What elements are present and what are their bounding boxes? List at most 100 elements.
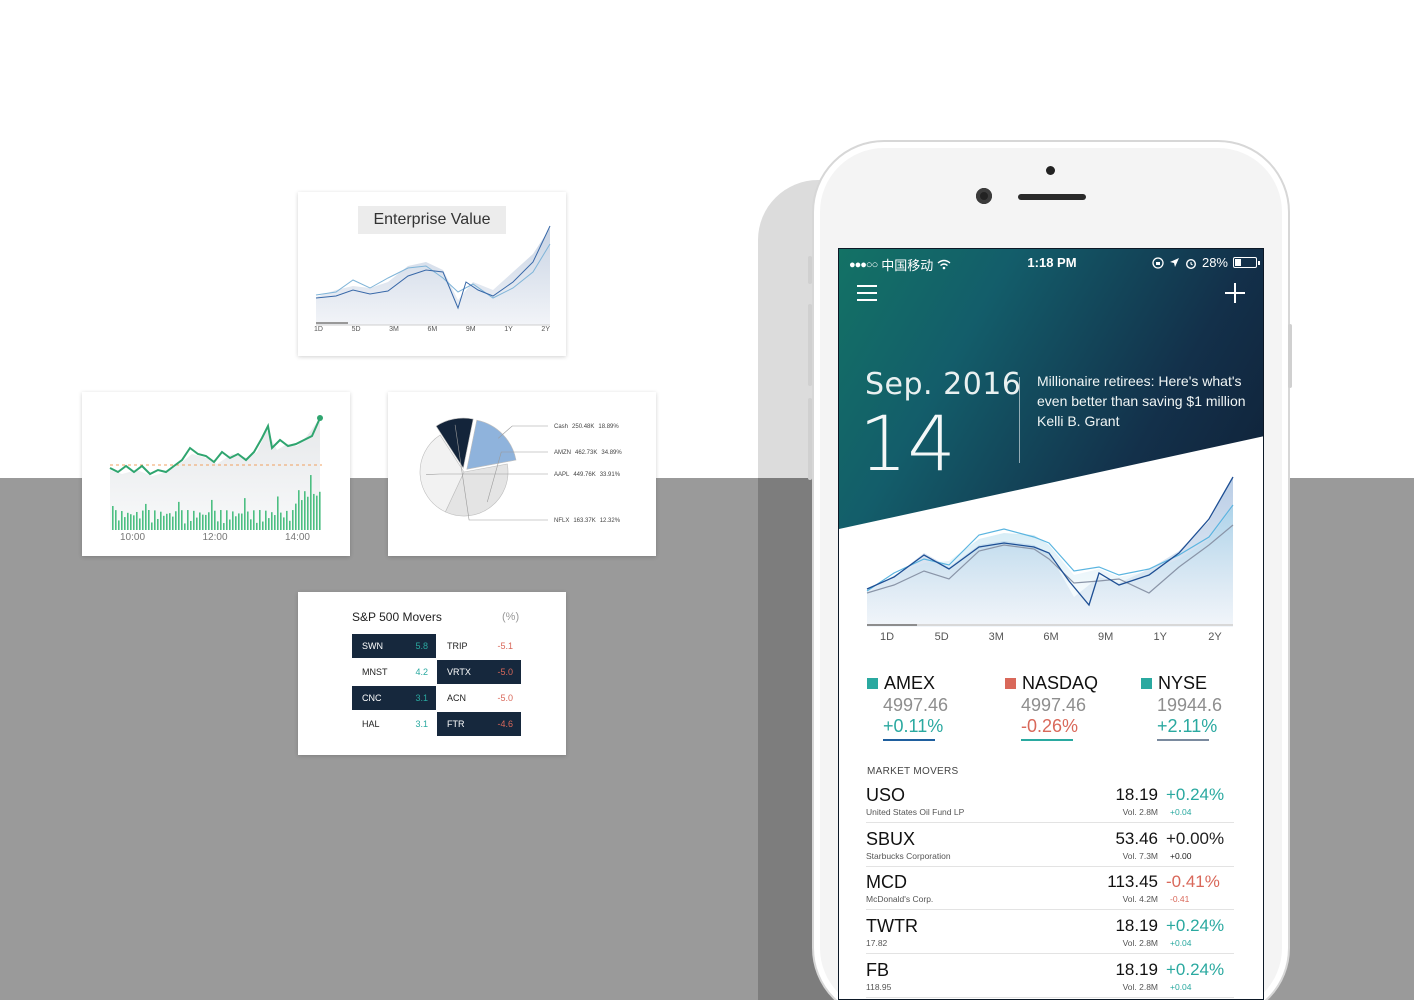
intraday-volume-bar	[151, 522, 153, 530]
sp500-cell[interactable]: SWN 5.8	[352, 634, 436, 658]
mover-change-abs: +0.04	[1170, 981, 1192, 992]
ev-range-tabs: 1D 5D 3M 6M 9M 1Y 2Y	[314, 326, 550, 333]
intraday-time-labels: 10:00 12:00 14:00	[120, 532, 310, 543]
intraday-volume-bar	[256, 522, 258, 530]
range-tab-2y[interactable]: 2Y	[1195, 631, 1235, 643]
intraday-volume-bar	[205, 514, 207, 530]
sp500-cell[interactable]: MNST 4.2	[352, 660, 436, 684]
sp500-cell[interactable]: TRIP -5.1	[437, 634, 521, 658]
intraday-volume-bar	[208, 512, 210, 530]
intraday-volume-bar	[160, 511, 162, 530]
mover-ticker: MCD	[866, 872, 907, 893]
pie-label-amount: 449.76K	[573, 472, 595, 478]
ev-range-6m[interactable]: 6M	[428, 326, 438, 333]
pie-label-label: NFLX	[554, 518, 569, 524]
index-summary: AMEX 4997.46 +0.11% NASDAQ 4997.46 -0.26…	[867, 673, 1247, 743]
intraday-volume-bar	[265, 510, 267, 530]
intraday-volume-bar	[280, 512, 282, 530]
status-bar: ●●●○○ 中国移动 1:18 PM 28%	[839, 255, 1263, 273]
ev-range-9m[interactable]: 9M	[466, 326, 476, 333]
range-tab-9m[interactable]: 9M	[1086, 631, 1126, 643]
range-tab-1y[interactable]: 1Y	[1140, 631, 1180, 643]
intraday-volume-bar	[211, 499, 213, 530]
ev-range-5d[interactable]: 5D	[352, 326, 361, 333]
pie-label: Cash 250.48K 18.89%	[554, 424, 619, 430]
pie-label-amount: 462.73K	[575, 450, 597, 456]
intraday-volume-bar	[310, 475, 312, 530]
ev-range-1y[interactable]: 1Y	[504, 326, 513, 333]
range-tab-5d[interactable]: 5D	[922, 631, 962, 643]
sp500-value: -4.6	[497, 719, 513, 729]
index-name: AMEX	[884, 673, 936, 693]
sp500-cell[interactable]: HAL 3.1	[352, 712, 436, 736]
mover-company: Starbucks Corporation	[866, 850, 951, 861]
news-headline-block[interactable]: Millionaire retirees: Here's what's even…	[1037, 371, 1255, 431]
market-mover-row[interactable]: TWTR 17.82 18.19 Vol. 2.8M +0.24% +0.04	[866, 910, 1234, 955]
index-nasdaq[interactable]: NASDAQ 4997.46 -0.26%	[1005, 673, 1125, 741]
pie-label: AMZN 462.73K 34.89%	[554, 450, 622, 456]
intraday-volume-bar	[253, 510, 255, 530]
range-tab-6m[interactable]: 6M	[1031, 631, 1071, 643]
mover-change-abs: +0.00	[1170, 850, 1192, 861]
ev-range-2y[interactable]: 2Y	[541, 326, 550, 333]
intraday-volume-bar	[292, 510, 294, 530]
sp500-ticker: SWN	[362, 641, 383, 651]
phone-button-volume-down	[808, 398, 812, 480]
market-mover-row[interactable]: USO United States Oil Fund LP 18.19 Vol. 2.…	[866, 779, 1234, 823]
sp500-cell[interactable]: CNC 3.1	[352, 686, 436, 710]
pie-label: NFLX 163.37K 12.32%	[554, 518, 621, 524]
market-mover-row[interactable]: SBUX Starbucks Corporation 53.46 Vol. 7.3M +…	[866, 823, 1234, 867]
mover-company: 118.95	[866, 981, 892, 992]
pie-label-label: Cash	[554, 424, 568, 430]
range-tab-3m[interactable]: 3M	[976, 631, 1016, 643]
intraday-volume-bar	[145, 503, 147, 530]
intraday-volume-bar	[289, 520, 291, 530]
ev-range-3m[interactable]: 3M	[389, 326, 399, 333]
intraday-volume-bar	[202, 514, 204, 530]
location-icon	[1169, 258, 1179, 267]
intraday-volume-bar	[226, 510, 228, 530]
index-underline	[1021, 739, 1073, 741]
sp500-value: 3.1	[415, 719, 428, 729]
intraday-volume-bar	[124, 517, 126, 530]
mover-price: 18.19	[1115, 959, 1158, 979]
index-nyse[interactable]: NYSE 19944.6 +2.11%	[1141, 673, 1261, 741]
sp500-cell[interactable]: FTR -4.6	[437, 712, 521, 736]
intraday-volume-bar	[199, 512, 201, 530]
intraday-volume-bar	[298, 490, 300, 530]
range-tab-1d[interactable]: 1D	[867, 631, 907, 643]
intraday-volume-bar	[286, 510, 288, 530]
index-amex[interactable]: AMEX 4997.46 +0.11%	[867, 673, 987, 741]
hamburger-menu-icon[interactable]	[857, 285, 877, 303]
sp500-cell[interactable]: VRTX -5.0	[437, 660, 521, 684]
mover-ticker: TWTR	[866, 916, 918, 937]
news-headline[interactable]: Millionaire retirees: Here's what's even…	[1037, 371, 1255, 411]
mover-change-pct: +0.24%	[1166, 916, 1225, 936]
index-change: -0.26%	[1021, 716, 1079, 736]
mover-change-pct: -0.41%	[1166, 872, 1220, 892]
ev-range-1d[interactable]: 1D	[314, 326, 323, 333]
rotation-lock-icon	[1152, 256, 1164, 269]
index-change: +0.11%	[883, 716, 944, 736]
sp500-value: 5.8	[415, 641, 428, 651]
mover-price: 53.46	[1115, 828, 1158, 848]
alarm-icon	[1185, 258, 1196, 269]
intraday-volume-bar	[307, 496, 309, 530]
sp500-title: S&P 500 Movers	[352, 610, 442, 624]
sp500-ticker: FTR	[447, 719, 465, 729]
intraday-volume-bar	[295, 503, 297, 530]
add-icon[interactable]	[1225, 283, 1245, 303]
intraday-volume-bar	[214, 510, 216, 530]
intraday-chart-card: 10:00 12:00 14:00	[82, 392, 350, 556]
pie-slice-cash[interactable]	[466, 419, 517, 470]
range-tabs: 1D 5D 3M 6M 9M 1Y 2Y	[867, 631, 1235, 643]
market-mover-row[interactable]: FB 118.95 18.19 Vol. 2.8M +0.24% +0.04	[866, 954, 1234, 998]
index-color-swatch	[1141, 678, 1152, 689]
market-mover-row[interactable]: MCD McDonald's Corp. 113.45 Vol. 4.2M -0.41%…	[866, 866, 1234, 911]
mover-price: 18.19	[1115, 785, 1158, 804]
mover-volume: Vol. 2.8M	[1122, 807, 1158, 817]
intraday-volume-bar	[121, 511, 123, 530]
index-underline	[1157, 739, 1209, 741]
intraday-volume-bar	[175, 511, 177, 530]
sp500-cell[interactable]: ACN -5.0	[437, 686, 521, 710]
